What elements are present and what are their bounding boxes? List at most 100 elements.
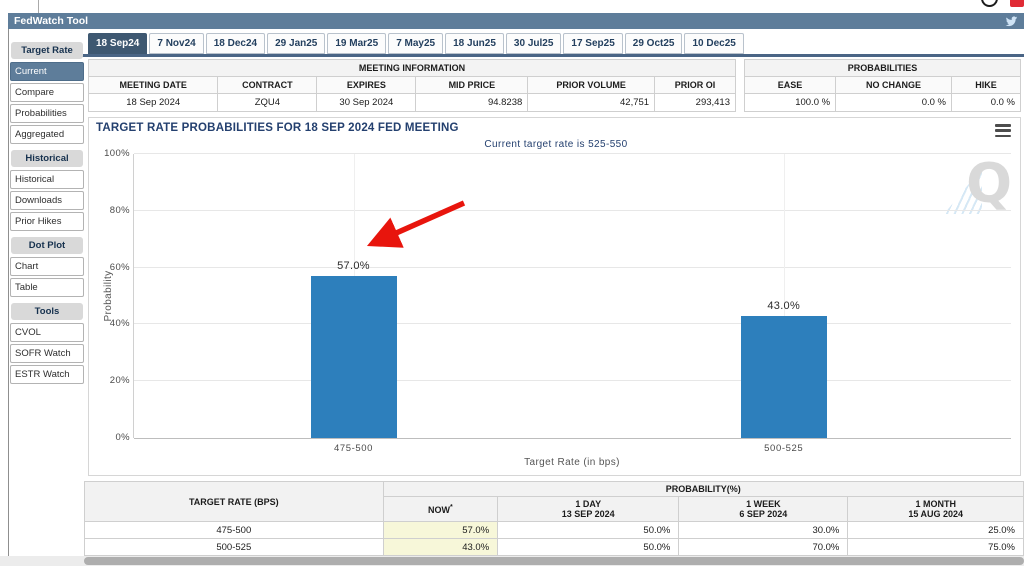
meeting-info-col-5: PRIOR OI (654, 76, 736, 94)
gridline-100% (134, 153, 1011, 154)
probabilities-title: PROBABILITIES (744, 59, 1021, 77)
tab-18-sep24[interactable]: 18 Sep24 (88, 33, 148, 54)
sidebar-item-prior-hikes[interactable]: Prior Hikes (10, 212, 84, 231)
bottom-table-body: 475-500 57.0% 50.0% 30.0% 25.0% 500-525 43.0% 5… (84, 521, 1024, 556)
sidebar-item-table[interactable]: Table (10, 278, 84, 297)
row-now-value: 57.0% (382, 521, 499, 539)
probabilities-value-1: 0.0 % (835, 93, 952, 112)
tab-30-jul25[interactable]: 30 Jul25 (505, 33, 562, 54)
twitter-bird-icon[interactable] (1005, 15, 1018, 28)
meeting-info-col-4: PRIOR VOLUME (527, 76, 656, 94)
tab-18-jun25[interactable]: 18 Jun25 (445, 33, 504, 54)
hamburger-icon[interactable] (995, 124, 1011, 137)
sidebar-header-tools: Tools (11, 303, 83, 320)
bar-value-label-500-525: 43.0% (767, 299, 801, 312)
browser-edge-line (38, 0, 39, 13)
cutoff-red-badge (1010, 0, 1024, 7)
bottom-table-subheader-1-month: 1 MONTH 15 AUG 2024 (847, 496, 1024, 522)
probabilities-value-2: 0.0 % (950, 93, 1022, 112)
sidebar-nav: Target Rate Current Compare Probabilities Ag… (10, 36, 84, 386)
meeting-info-col-0: MEETING DATE (87, 76, 219, 94)
bar-475-500[interactable] (310, 276, 397, 438)
sidebar-header-dot-plot: Dot Plot (11, 237, 83, 254)
sidebar-header-historical: Historical (11, 150, 83, 167)
table-row-475-500: 475-500 57.0% 50.0% 30.0% 25.0% (84, 521, 1024, 539)
meeting-info-value-2: 30 Sep 2024 (316, 93, 417, 112)
sidebar-item-sofr-watch[interactable]: SOFR Watch (10, 344, 84, 363)
meeting-info-header-row: MEETING DATE CONTRACT EXPIRES MID PRICE PRIO… (87, 76, 736, 94)
tab-7-nov24[interactable]: 7 Nov24 (149, 33, 204, 54)
cutoff-logo-circle (981, 0, 998, 7)
bar-value-label-475-500: 57.0% (337, 260, 370, 273)
sidebar-item-cvol[interactable]: CVOL (10, 323, 84, 342)
sidebar-item-historical[interactable]: Historical (10, 170, 84, 189)
tab-29-jan25[interactable]: 29 Jan25 (267, 33, 326, 54)
target-rate-bps-header: TARGET RATE (BPS) (84, 481, 384, 522)
meeting-info-value-1: ZQU4 (217, 93, 318, 112)
meeting-info-value-0: 18 Sep 2024 (87, 93, 219, 112)
gridline-20% (134, 380, 1011, 382)
probabilities-header-row: EASE NO CHANGE HIKE (743, 76, 1022, 94)
meeting-info-value-row: 18 Sep 2024 ZQU4 30 Sep 2024 94.8238 42,751 2… (87, 93, 736, 112)
horizontal-scrollbar-track[interactable] (0, 556, 1024, 566)
meeting-info-table: MEETING INFORMATION MEETING DATE CONTRACT… (87, 59, 736, 112)
y-tick-80%: 80% (109, 204, 130, 216)
row-history-value-1: 50.0% (497, 521, 680, 539)
app-header-bar: FedWatch Tool (8, 13, 1024, 29)
row-history-value-3: 75.0% (847, 538, 1024, 556)
probabilities-col-2: HIKE (950, 76, 1022, 94)
tab-18-dec24[interactable]: 18 Dec24 (205, 33, 266, 54)
meeting-info-col-1: CONTRACT (217, 76, 318, 94)
bottom-table-subheader-1-day: 1 DAY 13 SEP 2024 (497, 496, 680, 522)
probability-pct-header: PROBABILITY(%) (382, 481, 1024, 497)
gridline-40% (134, 323, 1011, 325)
tab-10-dec25[interactable]: 10 Dec25 (684, 33, 744, 54)
row-history-value-2: 30.0% (678, 521, 849, 539)
sidebar-item-compare[interactable]: Compare (10, 83, 84, 102)
x-axis-title: Target Rate (in bps) (524, 457, 620, 468)
tab-17-sep25[interactable]: 17 Sep25 (563, 33, 623, 54)
gridline-60% (134, 266, 1011, 268)
tab-29-oct25[interactable]: 29 Oct25 (624, 33, 683, 54)
horizontal-scrollbar-thumb[interactable] (84, 557, 1024, 565)
sidebar-item-current[interactable]: Current (10, 62, 84, 81)
x-category-475-500: 475-500 (333, 443, 374, 454)
meeting-info-value-3: 94.8238 (415, 93, 529, 112)
gridline-0% (134, 438, 1011, 439)
sidebar-item-downloads[interactable]: Downloads (10, 191, 84, 210)
sidebar-header-target-rate: Target Rate (11, 42, 83, 59)
tab-19-mar25[interactable]: 19 Mar25 (327, 33, 387, 54)
sidebar-item-estr-watch[interactable]: ESTR Watch (10, 365, 84, 384)
y-tick-40%: 40% (109, 318, 130, 330)
meeting-info-col-3: MID PRICE (415, 76, 529, 94)
meeting-info-title: MEETING INFORMATION (88, 59, 736, 77)
row-history-value-2: 70.0% (678, 538, 849, 556)
target-rate-chart-panel: TARGET RATE PROBABILITIES FOR 18 SEP 202… (88, 117, 1021, 476)
sidebar-item-chart[interactable]: Chart (10, 257, 84, 276)
probabilities-col-1: NO CHANGE (835, 76, 952, 94)
sidebar-item-probabilities[interactable]: Probabilities (10, 104, 84, 123)
row-target-rate: 475-500 (84, 521, 384, 539)
probability-history-table: TARGET RATE (BPS) PROBABILITY(%) NOW* 1 D… (84, 481, 1024, 556)
row-history-value-3: 25.0% (847, 521, 1024, 539)
meeting-info-value-5: 293,413 (654, 93, 736, 112)
probabilities-value-0: 100.0 % (743, 93, 837, 112)
probabilities-col-0: EASE (743, 76, 837, 94)
fedwatch-page: FedWatch Tool 18 Sep24 7 Nov24 18 Dec24 29 … (0, 0, 1024, 566)
y-tick-60%: 60% (109, 261, 130, 273)
y-tick-100%: 100% (104, 148, 130, 159)
row-now-value: 43.0% (382, 538, 499, 556)
y-tick-0%: 0% (115, 432, 130, 443)
meeting-info-col-2: EXPIRES (316, 76, 417, 94)
probabilities-table: PROBABILITIES EASE NO CHANGE HIKE 100.0 % 0… (743, 59, 1022, 112)
bar-500-525[interactable] (740, 315, 827, 438)
chart-plot-area: 0% 20% 40% 60% 80% 100% 57.0% 475-500 43.0% 500-5… (104, 148, 1011, 454)
page-left-border (8, 13, 9, 556)
bottom-table-subheader-now: NOW* (382, 496, 499, 522)
tab-7-may25[interactable]: 7 May25 (388, 33, 444, 54)
gridline-80% (134, 209, 1011, 211)
sidebar-item-aggregated[interactable]: Aggregated (10, 125, 84, 144)
row-history-value-1: 50.0% (497, 538, 680, 556)
chart-title: TARGET RATE PROBABILITIES FOR 18 SEP 202… (96, 122, 459, 134)
chart-subtitle: Current target rate is 525-550 (484, 139, 628, 150)
